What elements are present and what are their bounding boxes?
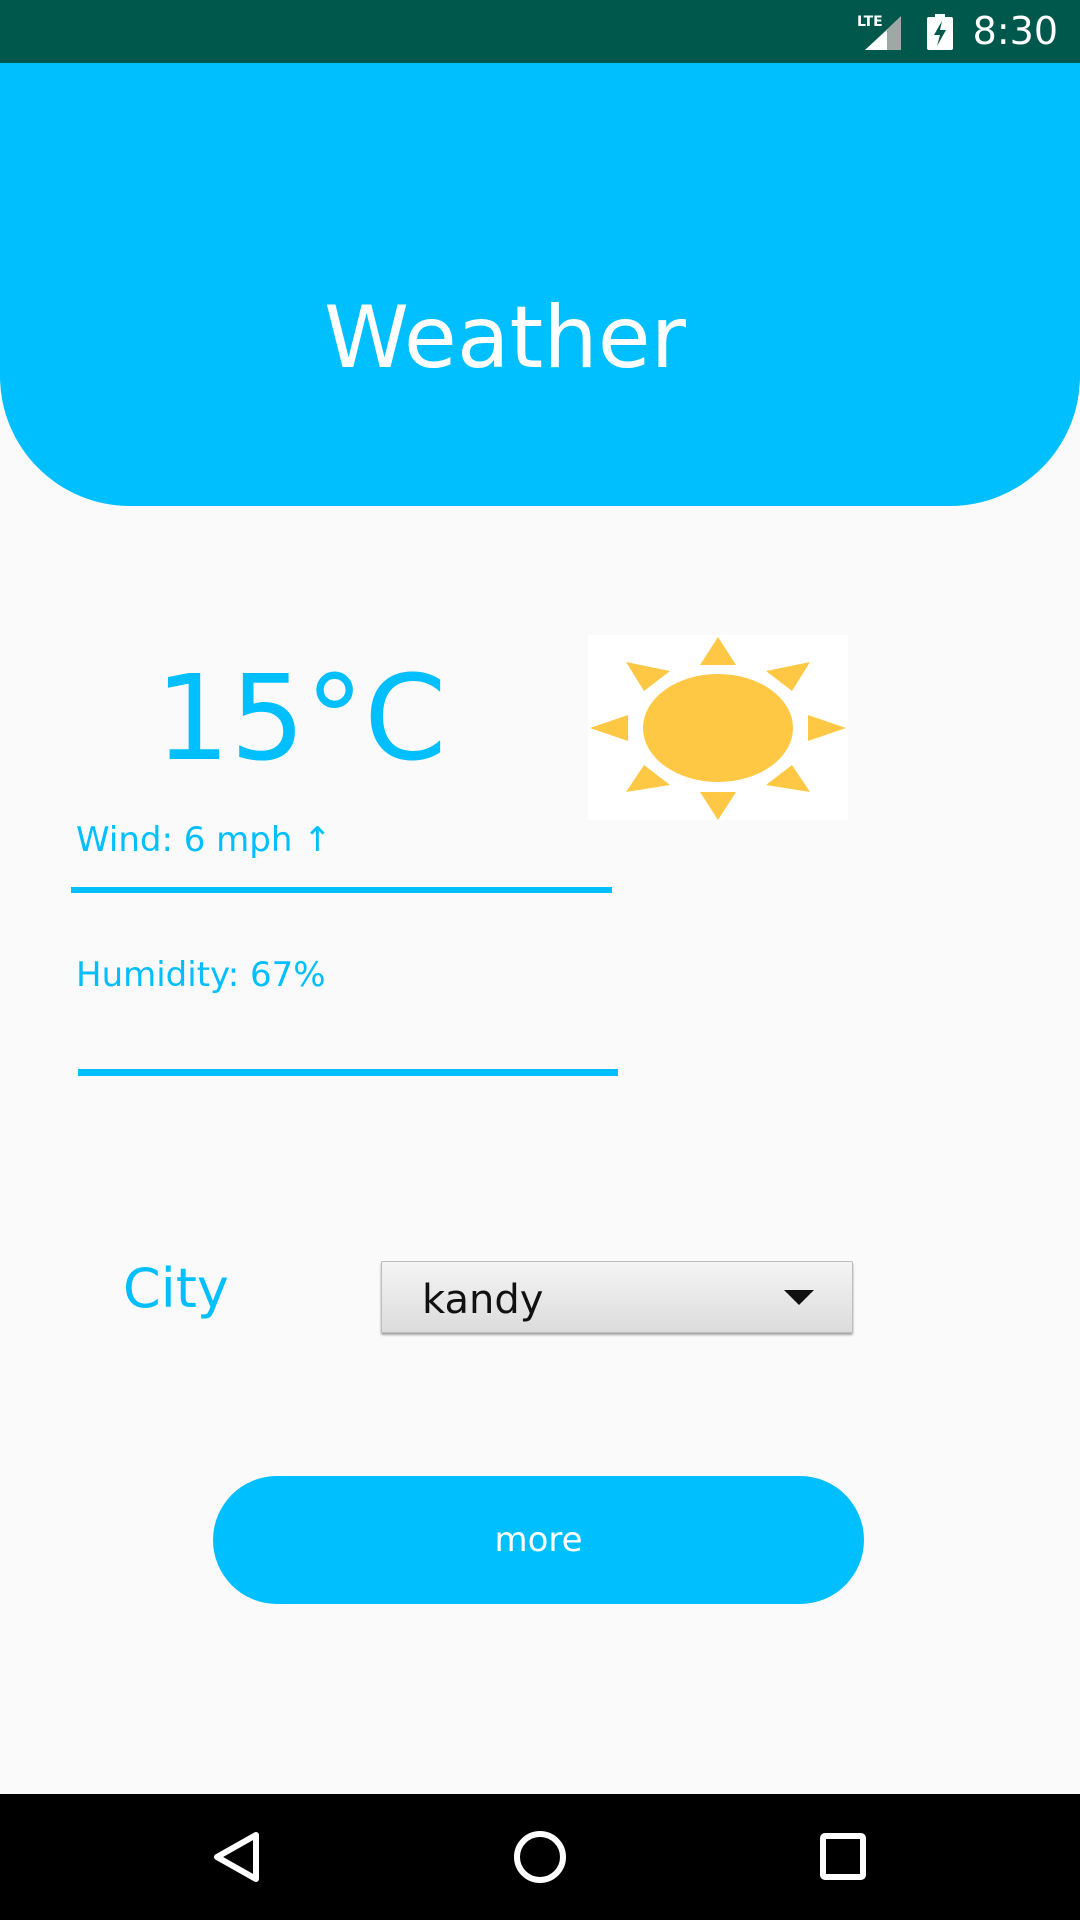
temperature-readout: 15°C (155, 649, 447, 787)
back-icon[interactable] (176, 1794, 296, 1920)
navigation-bar (0, 1794, 1080, 1920)
more-button[interactable]: more (213, 1476, 864, 1604)
dropdown-arrow-icon (784, 1290, 814, 1305)
humidity-label: Humidity: 67% (76, 955, 326, 995)
city-selected-value: kandy (422, 1277, 544, 1323)
sun-icon (588, 635, 848, 820)
status-bar: LTE 8:30 (0, 0, 1080, 63)
recents-icon[interactable] (783, 1794, 903, 1920)
network-label: LTE (857, 14, 883, 30)
battery-charging-icon (926, 13, 953, 50)
page-title: Weather (323, 288, 687, 388)
wind-label: Wind: 6 mph ↑ (76, 820, 332, 860)
home-icon[interactable] (480, 1794, 600, 1920)
city-dropdown[interactable]: kandy (381, 1261, 853, 1333)
wind-divider (71, 887, 612, 893)
app-header: Weather (0, 63, 1080, 506)
clock: 8:30 (972, 9, 1058, 53)
status-icons: LTE 8:30 (857, 0, 1058, 63)
city-label: City (123, 1257, 229, 1320)
humidity-divider (78, 1069, 618, 1076)
lte-signal-icon: LTE (857, 12, 907, 52)
